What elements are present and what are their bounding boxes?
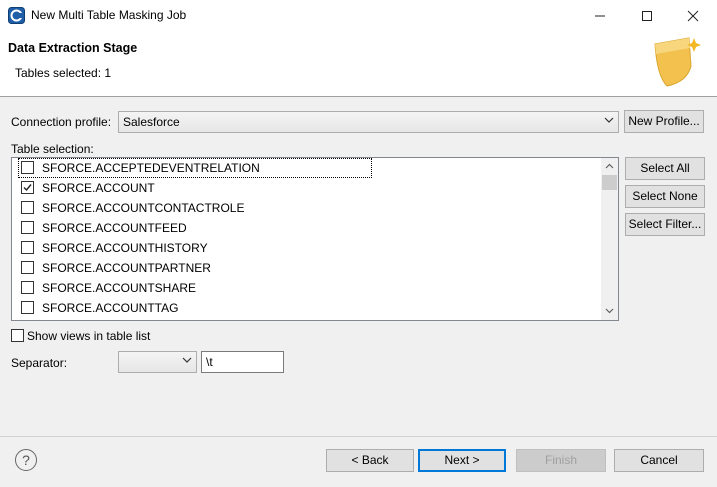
separator-select[interactable] — [118, 351, 197, 373]
close-icon — [687, 10, 699, 22]
window-title: New Multi Table Masking Job — [31, 8, 187, 22]
table-row-label: SFORCE.ACCOUNT — [42, 181, 155, 195]
table-row[interactable]: SFORCE.ACCEPTEDEVENTRELATION — [18, 158, 372, 178]
table-row-checkbox[interactable] — [21, 301, 34, 314]
table-selection-label: Table selection: — [11, 142, 94, 156]
app-icon — [8, 7, 25, 24]
table-row[interactable]: SFORCE.ACCOUNTPARTNER — [18, 258, 372, 278]
cancel-button[interactable]: Cancel — [614, 449, 704, 472]
table-row-label: SFORCE.ACCEPTEDEVENTRELATION — [42, 161, 260, 175]
connection-profile-value: Salesforce — [123, 115, 180, 129]
cancel-button-label: Cancel — [640, 453, 678, 467]
scroll-up-icon[interactable] — [601, 158, 618, 175]
table-row-label: SFORCE.ACCOUNTSHARE — [42, 281, 197, 295]
chevron-down-icon — [182, 355, 192, 368]
footer-divider — [0, 436, 717, 437]
minimize-button[interactable] — [577, 0, 623, 31]
table-row[interactable]: SFORCE.ACCOUNT — [18, 178, 372, 198]
table-row-label: SFORCE.ACCOUNTPARTNER — [42, 261, 211, 275]
close-button[interactable] — [670, 0, 716, 31]
select-filter-button[interactable]: Select Filter... — [625, 213, 705, 236]
separator-input-value: \t — [206, 355, 213, 369]
table-row[interactable]: SFORCE.ACCOUNTFEED — [18, 218, 372, 238]
scroll-thumb[interactable] — [602, 175, 617, 190]
table-row-checkbox[interactable] — [21, 241, 34, 254]
table-row-checkbox[interactable] — [21, 281, 34, 294]
new-profile-button[interactable]: New Profile... — [624, 110, 704, 133]
title-bar: New Multi Table Masking Job — [0, 0, 717, 31]
table-row-label: SFORCE.ACCOUNTHISTORY — [42, 241, 208, 255]
table-row[interactable]: SFORCE.ACCOUNTTAG — [18, 298, 372, 318]
scroll-down-icon[interactable] — [601, 303, 618, 320]
table-list-scrollbar[interactable] — [601, 158, 618, 320]
table-row-label: SFORCE.ACCOUNTTAG — [42, 301, 179, 315]
minimize-icon — [595, 15, 605, 17]
maximize-button[interactable] — [624, 0, 670, 31]
table-row-checkbox[interactable] — [21, 221, 34, 234]
table-row-label: SFORCE.ACCOUNTCONTACTROLE — [42, 201, 245, 215]
table-row-label: SFORCE.ACCOUNTFEED — [42, 221, 187, 235]
back-button-label: < Back — [351, 453, 389, 467]
next-button[interactable]: Next > — [418, 449, 506, 472]
separator-label: Separator: — [11, 356, 68, 370]
show-views-label: Show views in table list — [27, 329, 151, 343]
separator-input[interactable]: \t — [201, 351, 284, 373]
finish-button-label: Finish — [544, 453, 577, 467]
connection-profile-select[interactable]: Salesforce — [118, 111, 619, 133]
connection-profile-label: Connection profile: — [11, 115, 112, 129]
show-views-checkbox[interactable] — [11, 329, 24, 342]
table-row-checkbox[interactable] — [21, 201, 34, 214]
table-row[interactable]: SFORCE.ACCOUNTSHARE — [18, 278, 372, 298]
back-button[interactable]: < Back — [326, 449, 414, 472]
table-row-checkbox[interactable] — [21, 261, 34, 274]
wizard-banner-icon — [647, 36, 705, 90]
table-row[interactable]: SFORCE.ACCOUNTCONTACTROLE — [18, 198, 372, 218]
maximize-icon — [642, 11, 652, 22]
select-all-button[interactable]: Select All — [625, 157, 705, 180]
table-row-checkbox[interactable] — [21, 161, 34, 174]
select-none-button[interactable]: Select None — [625, 185, 705, 208]
wizard-header: Data Extraction Stage Tables selected: 1 — [0, 31, 717, 97]
table-row-checkbox[interactable] — [21, 181, 34, 194]
stage-title: Data Extraction Stage — [8, 41, 138, 55]
help-icon[interactable]: ? — [15, 449, 37, 471]
tables-selected-text: Tables selected: 1 — [15, 66, 112, 80]
table-list[interactable]: SFORCE.ACCEPTEDEVENTRELATION SFORCE.ACCOU… — [11, 157, 619, 321]
chevron-down-icon — [604, 115, 614, 128]
next-button-label: Next > — [444, 453, 480, 467]
finish-button[interactable]: Finish — [516, 449, 606, 472]
table-row[interactable]: SFORCE.ACCOUNTHISTORY — [18, 238, 372, 258]
